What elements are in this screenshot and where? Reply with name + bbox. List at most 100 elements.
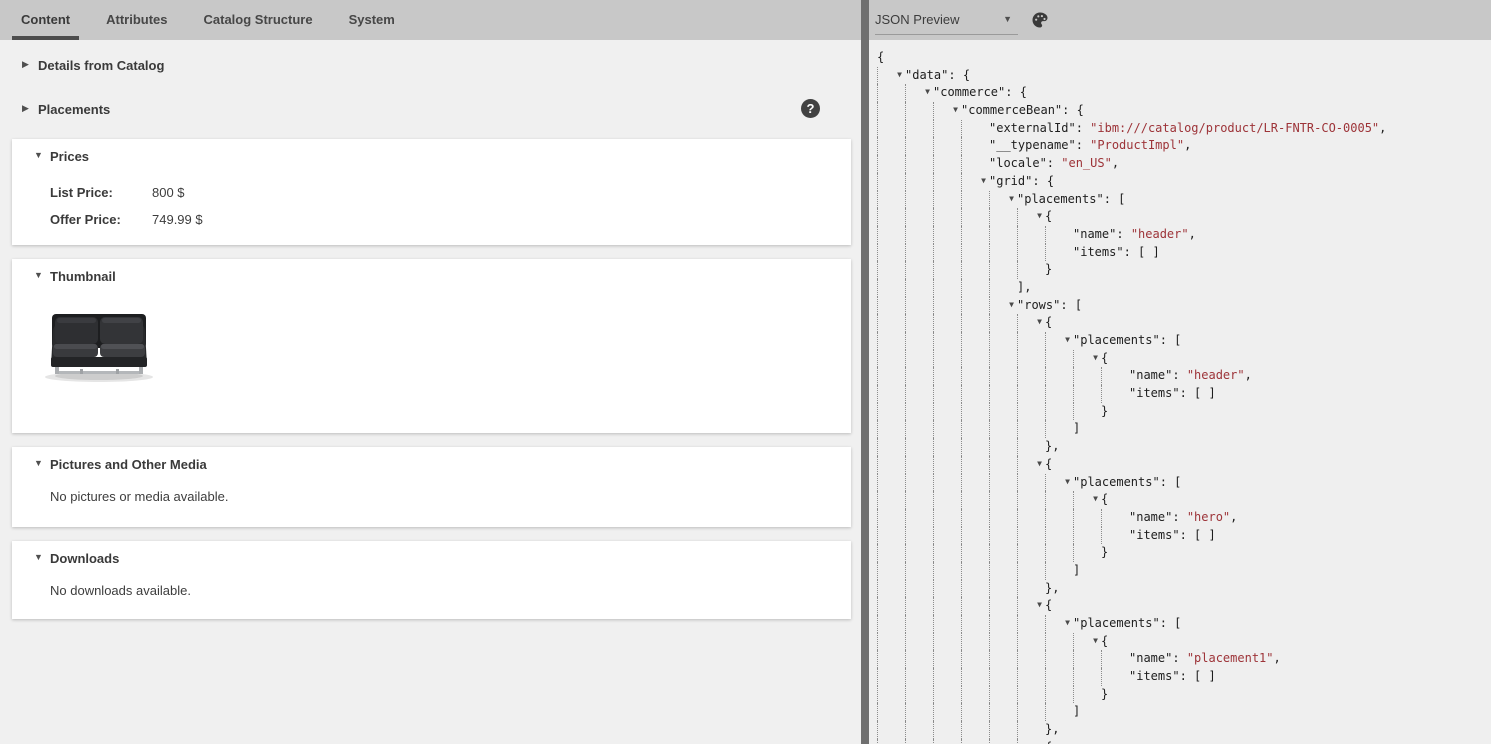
indent-guide — [1017, 367, 1045, 385]
chevron-right-icon[interactable] — [22, 59, 34, 70]
indent-guide — [905, 297, 933, 315]
downloads-card-header[interactable]: Downloads — [12, 549, 851, 569]
indent-guide — [961, 279, 989, 297]
empty-state-text: No pictures or media available. — [50, 489, 851, 504]
indent-guide — [905, 703, 933, 721]
collapse-arrow-icon[interactable]: ▼ — [1037, 212, 1042, 220]
section-placements[interactable]: Placements ? — [0, 100, 839, 120]
section-title: Downloads — [50, 549, 851, 569]
indent-guide — [1045, 385, 1073, 403]
tab-catalog-structure[interactable]: Catalog Structure — [191, 0, 326, 40]
indent-guide — [877, 633, 905, 651]
json-tree: {▼"data": {▼"commerce": {▼"commerceBean"… — [869, 40, 1491, 744]
indent-guide — [961, 314, 989, 332]
indent-guide — [1045, 244, 1073, 262]
collapse-arrow-icon[interactable]: ▼ — [925, 88, 930, 96]
collapse-arrow-icon[interactable]: ▼ — [1093, 354, 1098, 362]
indent-guide — [989, 420, 1017, 438]
empty-state-text: No downloads available. — [50, 583, 851, 598]
json-text: "locale": "en_US", — [989, 155, 1119, 173]
chevron-down-icon[interactable] — [34, 150, 46, 160]
pictures-card-header[interactable]: Pictures and Other Media — [12, 455, 851, 475]
tab-system[interactable]: System — [336, 0, 408, 40]
chevron-down-icon[interactable] — [34, 458, 46, 468]
indent-guide — [933, 173, 961, 191]
indent-guide — [905, 102, 933, 120]
indent-guide — [905, 668, 933, 686]
indent-guide — [933, 314, 961, 332]
json-text: "__typename": "ProductImpl", — [989, 137, 1191, 155]
indent-guide — [933, 456, 961, 474]
price-rows: List Price:800 $Offer Price:749.99 $ — [50, 179, 851, 233]
indent-guide — [989, 314, 1017, 332]
help-icon[interactable]: ? — [801, 99, 820, 118]
collapse-arrow-icon[interactable]: ▼ — [1009, 301, 1014, 309]
json-text: { — [877, 49, 884, 67]
thumbnail-card-header[interactable]: Thumbnail — [12, 267, 851, 287]
section-details-from-catalog[interactable]: Details from Catalog — [0, 56, 839, 76]
tab-content[interactable]: Content — [8, 0, 83, 40]
json-text: { — [1101, 633, 1108, 651]
json-line: ▼"placements": [ — [877, 332, 1491, 350]
indent-guide — [989, 456, 1017, 474]
indent-guide — [877, 703, 905, 721]
json-line: ▼{ — [877, 633, 1491, 651]
indent-guide — [961, 544, 989, 562]
tab-attributes[interactable]: Attributes — [93, 0, 180, 40]
indent-guide — [961, 350, 989, 368]
indent-guide — [1017, 491, 1045, 509]
chevron-down-icon: ▼ — [1003, 14, 1012, 24]
indent-guide — [905, 332, 933, 350]
indent-guide — [1101, 668, 1129, 686]
collapse-arrow-icon[interactable]: ▼ — [953, 106, 958, 114]
indent-guide — [989, 544, 1017, 562]
panel-divider[interactable] — [861, 0, 869, 744]
collapse-arrow-icon[interactable]: ▼ — [1093, 637, 1098, 645]
collapse-arrow-icon[interactable]: ▼ — [1037, 460, 1042, 468]
indent-guide — [961, 137, 989, 155]
collapse-arrow-icon[interactable]: ▼ — [1065, 478, 1070, 486]
indent-guide — [1073, 509, 1101, 527]
json-text: "placements": [ — [1073, 332, 1181, 350]
prices-card: Prices List Price:800 $Offer Price:749.9… — [12, 139, 851, 245]
preview-mode-select[interactable]: JSON Preview ▼ — [875, 5, 1018, 35]
indent-guide — [989, 438, 1017, 456]
indent-guide — [877, 739, 905, 744]
collapse-arrow-icon[interactable]: ▼ — [897, 71, 902, 79]
collapse-arrow-icon[interactable]: ▼ — [1093, 495, 1098, 503]
prices-card-header[interactable]: Prices — [12, 147, 851, 167]
chevron-down-icon[interactable] — [34, 270, 46, 280]
indent-guide — [933, 120, 961, 138]
app-window: ContentAttributes Catalog StructureSystem… — [0, 0, 1491, 744]
indent-guide — [961, 668, 989, 686]
json-line: ▼{ — [877, 739, 1491, 744]
collapse-arrow-icon[interactable]: ▼ — [1037, 318, 1042, 326]
indent-guide — [905, 456, 933, 474]
palette-icon[interactable] — [1030, 10, 1050, 30]
json-text: "items": [ ] — [1073, 244, 1160, 262]
chevron-down-icon[interactable] — [34, 552, 46, 562]
collapse-arrow-icon[interactable]: ▼ — [1009, 195, 1014, 203]
indent-guide — [877, 84, 905, 102]
indent-guide — [1017, 261, 1045, 279]
collapse-arrow-icon[interactable]: ▼ — [1065, 619, 1070, 627]
indent-guide — [989, 367, 1017, 385]
collapse-arrow-icon[interactable]: ▼ — [1065, 336, 1070, 344]
indent-guide: ▼ — [1045, 332, 1073, 350]
chevron-right-icon[interactable] — [22, 103, 34, 114]
indent-guide — [961, 491, 989, 509]
json-line: }, — [877, 580, 1491, 598]
json-text: ], — [1017, 279, 1031, 297]
indent-guide — [933, 739, 961, 744]
json-line: "items": [ ] — [877, 668, 1491, 686]
indent-guide — [877, 580, 905, 598]
indent-guide: ▼ — [989, 297, 1017, 315]
indent-guide — [877, 420, 905, 438]
collapse-arrow-icon[interactable]: ▼ — [1037, 601, 1042, 609]
indent-guide — [1017, 420, 1045, 438]
indent-guide — [933, 137, 961, 155]
collapse-arrow-icon[interactable]: ▼ — [981, 177, 986, 185]
price-value: 800 $ — [152, 185, 185, 200]
section-title: Thumbnail — [50, 267, 851, 287]
indent-guide — [933, 244, 961, 262]
